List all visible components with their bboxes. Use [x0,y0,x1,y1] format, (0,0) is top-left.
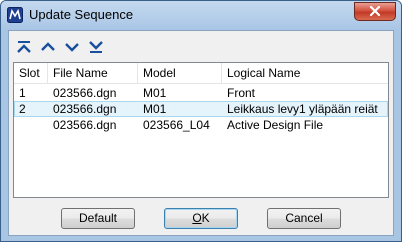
model-cell: M01 [143,102,167,116]
file-name-cell: 023566.dgn [53,86,117,100]
move-up-icon [41,42,55,51]
move-to-bottom-icon [89,41,103,53]
default-button-label: Default [78,211,118,225]
ok-button-label: K [201,211,210,225]
column-header-slot[interactable]: Slot [14,63,48,83]
window-title: Update Sequence [29,7,134,22]
default-button[interactable]: Default [61,208,135,229]
close-button[interactable] [354,2,396,21]
move-to-top-icon [17,41,31,53]
column-header-logical-name[interactable]: Logical Name [222,63,388,83]
file-name-cell: 023566.dgn [53,118,117,132]
logical-name-cell: Front [227,86,256,100]
app-logo-icon [7,7,23,23]
move-up-button[interactable] [37,36,59,58]
logical-name-cell: Leikkaus levy1 yläpään reiät [227,102,378,116]
ok-button-mnemonic: O [192,211,202,225]
model-cell: 023566_L04 [143,118,210,132]
table-row-selected[interactable]: 2 023566.dgn M01 Leikkaus levy1 yläpään … [14,101,388,117]
move-down-button[interactable] [61,36,83,58]
cancel-button[interactable]: Cancel [267,208,341,229]
table-row[interactable]: 023566.dgn 023566_L04 Active Design File [14,117,388,133]
move-down-icon [65,43,79,52]
cancel-button-label: Cancel [285,211,323,225]
column-header-model[interactable]: Model [138,63,222,83]
model-cell: M01 [143,86,167,100]
sequence-list[interactable]: Slot File Name Model Logical Name 1 0235… [13,62,389,198]
list-header: Slot File Name Model Logical Name [14,63,388,84]
file-name-cell: 023566.dgn [53,102,117,116]
title-bar[interactable]: Update Sequence [1,1,401,29]
logical-name-cell: Active Design File [227,118,324,132]
ok-button[interactable]: OK [164,208,238,229]
update-sequence-dialog: Update Sequence Slot File Name Model Log… [0,0,402,242]
column-header-file-name[interactable]: File Name [48,63,138,83]
move-to-top-button[interactable] [13,36,35,58]
move-to-bottom-button[interactable] [85,36,107,58]
table-row[interactable]: 1 023566.dgn M01 Front [14,85,388,101]
dialog-body: Slot File Name Model Logical Name 1 0235… [8,30,394,236]
close-icon [369,5,381,17]
